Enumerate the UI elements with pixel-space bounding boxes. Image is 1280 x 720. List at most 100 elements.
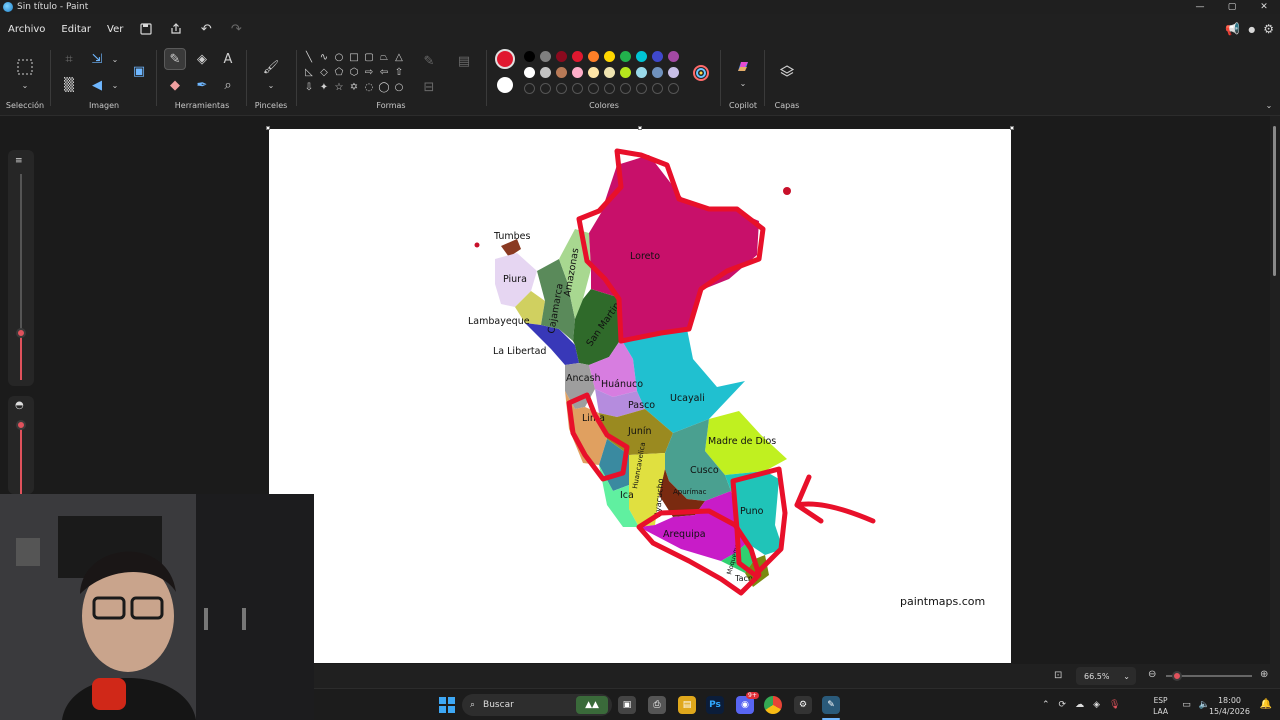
- size-slider-track[interactable]: [20, 174, 22, 330]
- canvas-resize-handle[interactable]: [266, 126, 270, 130]
- tray-cloud-icon[interactable]: ☁: [1075, 700, 1084, 710]
- tray-sync-icon[interactable]: ⟳: [1059, 700, 1067, 710]
- oval-callout-shape-icon[interactable]: ◯: [377, 80, 391, 94]
- chrome-icon[interactable]: [764, 696, 782, 714]
- network-icon[interactable]: ▭: [1182, 700, 1191, 710]
- zoom-in-icon[interactable]: ⊕: [1260, 669, 1268, 680]
- four-point-star-shape-icon[interactable]: ✦: [317, 80, 331, 94]
- keyboard-language[interactable]: ESP LAA: [1153, 695, 1168, 717]
- menu-file[interactable]: Archivo: [0, 14, 53, 44]
- app-icon[interactable]: ⚙: [794, 696, 812, 714]
- zoom-out-icon[interactable]: ⊖: [1148, 669, 1156, 680]
- color-swatch[interactable]: [604, 67, 615, 78]
- copilot-chevron-icon[interactable]: ⌄: [732, 72, 754, 94]
- pencil-icon[interactable]: ✎: [164, 48, 186, 70]
- brushes-chevron-icon[interactable]: ⌄: [260, 74, 282, 96]
- opacity-slider-knob[interactable]: [16, 420, 26, 430]
- color-swatch[interactable]: [604, 51, 615, 62]
- up-arrow-shape-icon[interactable]: ⇧: [392, 65, 406, 79]
- menu-edit[interactable]: Editar: [53, 14, 99, 44]
- zoom-slider-knob[interactable]: [1172, 671, 1182, 681]
- rounded-callout-shape-icon[interactable]: ◌: [362, 80, 376, 94]
- color-swatch[interactable]: [556, 67, 567, 78]
- color-swatch[interactable]: [540, 51, 551, 62]
- close-button[interactable]: ✕: [1248, 0, 1280, 14]
- outline-icon[interactable]: ✎: [418, 50, 440, 72]
- photoshop-icon[interactable]: Ps: [706, 696, 724, 714]
- color-swatch[interactable]: [572, 51, 583, 62]
- redo-icon[interactable]: ↷: [221, 14, 251, 44]
- rotate-chevron-icon[interactable]: ⌄: [104, 74, 126, 96]
- custom-color-slot[interactable]: [620, 83, 631, 94]
- search-highlight-icon[interactable]: ▲▲: [576, 696, 608, 714]
- resize-chevron-icon[interactable]: ⌄: [104, 48, 126, 70]
- fit-to-window-icon[interactable]: ⊡: [1054, 670, 1062, 681]
- layers-icon[interactable]: [776, 61, 798, 83]
- right-triangle-shape-icon[interactable]: ◺: [302, 65, 316, 79]
- file-explorer-icon[interactable]: ▤: [678, 696, 696, 714]
- pentagon-shape-icon[interactable]: ⬠: [332, 65, 346, 79]
- menu-view[interactable]: Ver: [99, 14, 131, 44]
- printer-app-icon[interactable]: ⎙: [648, 696, 666, 714]
- canvas-resize-handle[interactable]: [1010, 126, 1014, 130]
- settings-gear-icon[interactable]: ⚙: [1263, 22, 1274, 36]
- selection-chevron-icon[interactable]: ⌄: [14, 74, 36, 96]
- rectangle-shape-icon[interactable]: □: [347, 50, 361, 64]
- color-swatch[interactable]: [556, 51, 567, 62]
- custom-color-slot[interactable]: [668, 83, 679, 94]
- scrollbar-thumb[interactable]: [1273, 126, 1276, 276]
- secondary-color-swatch[interactable]: [497, 77, 513, 93]
- triangle-shape-icon[interactable]: △: [392, 50, 406, 64]
- oval-shape-icon[interactable]: ○: [332, 50, 346, 64]
- minimize-button[interactable]: —: [1184, 0, 1216, 14]
- rounded-rectangle-shape-icon[interactable]: ▢: [362, 50, 376, 64]
- tray-microphone-icon[interactable]: 🎙: [1109, 700, 1120, 710]
- undo-icon[interactable]: ↶: [191, 14, 221, 44]
- magnifier-icon[interactable]: ⌕: [217, 74, 239, 96]
- color-swatch[interactable]: [652, 67, 663, 78]
- right-arrow-shape-icon[interactable]: ⇨: [362, 65, 376, 79]
- text-tool-icon[interactable]: A: [217, 48, 239, 70]
- custom-color-slot[interactable]: [540, 83, 551, 94]
- curve-shape-icon[interactable]: ∿: [317, 50, 331, 64]
- custom-color-slot[interactable]: [524, 83, 535, 94]
- zoom-level-dropdown[interactable]: 66.5% ⌄: [1076, 667, 1136, 685]
- tray-defender-icon[interactable]: ◈: [1093, 700, 1100, 710]
- six-point-star-shape-icon[interactable]: ✡: [347, 80, 361, 94]
- color-swatch[interactable]: [636, 67, 647, 78]
- custom-color-slot[interactable]: [572, 83, 583, 94]
- ribbon-collapse-chevron-icon[interactable]: ⌄: [1262, 98, 1276, 112]
- color-swatch[interactable]: [524, 67, 535, 78]
- custom-color-slot[interactable]: [588, 83, 599, 94]
- color-swatch[interactable]: [588, 67, 599, 78]
- save-icon[interactable]: [131, 14, 161, 44]
- custom-color-slot[interactable]: [652, 83, 663, 94]
- primary-color-swatch[interactable]: [495, 49, 515, 69]
- color-swatch[interactable]: [620, 51, 631, 62]
- color-swatch[interactable]: [668, 67, 679, 78]
- down-arrow-shape-icon[interactable]: ⇩: [302, 80, 316, 94]
- custom-color-slot[interactable]: [604, 83, 615, 94]
- canvas-resize-handle[interactable]: [638, 126, 642, 130]
- left-arrow-shape-icon[interactable]: ⇦: [377, 65, 391, 79]
- tray-overflow-chevron-icon[interactable]: ⌃: [1042, 700, 1050, 710]
- five-point-star-shape-icon[interactable]: ☆: [332, 80, 346, 94]
- drawing-canvas[interactable]: Tumbes Piura Lambayeque La Libertad Caja…: [269, 129, 1011, 663]
- feedback-icon[interactable]: 📢: [1225, 22, 1240, 36]
- line-shape-icon[interactable]: ╲: [302, 50, 316, 64]
- color-picker-icon[interactable]: ✒: [191, 74, 213, 96]
- paint-taskbar-icon[interactable]: ✎: [822, 696, 840, 714]
- polygon-shape-icon[interactable]: ⏢: [377, 50, 391, 64]
- task-view-icon[interactable]: ▣: [618, 696, 636, 714]
- color-swatch[interactable]: [636, 51, 647, 62]
- remove-background-icon[interactable]: ▒: [58, 74, 80, 96]
- color-swatch[interactable]: [652, 51, 663, 62]
- custom-color-slot[interactable]: [556, 83, 567, 94]
- edit-colors-icon[interactable]: [690, 62, 712, 84]
- hexagon-shape-icon[interactable]: ⬡: [347, 65, 361, 79]
- share-icon[interactable]: [161, 14, 191, 44]
- windows-start-icon[interactable]: [438, 696, 456, 714]
- color-swatch[interactable]: [540, 67, 551, 78]
- notification-bell-icon[interactable]: 🔔: [1260, 699, 1272, 710]
- custom-color-slot[interactable]: [636, 83, 647, 94]
